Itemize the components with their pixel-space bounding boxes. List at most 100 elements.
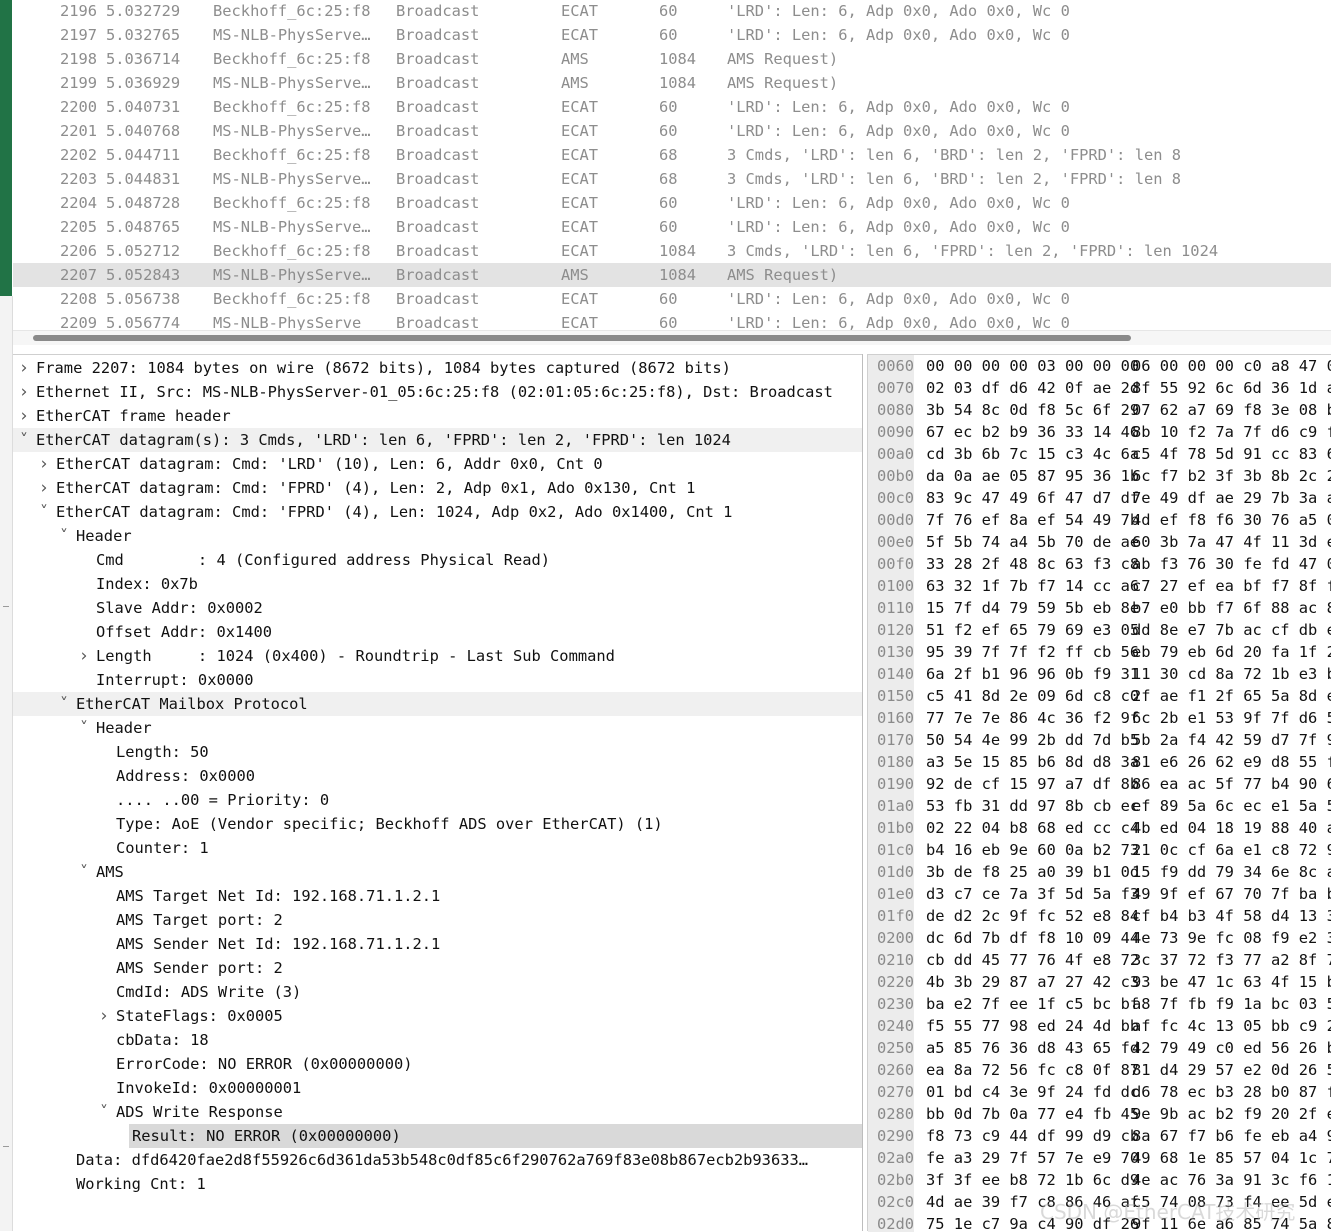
hex-row[interactable]: 0210 cb dd 45 77 76 4f e8 72 3c 37 72 f3 7… [868,949,1331,971]
tree-item[interactable]: CmdId: ADS Write (3) [13,980,862,1004]
hex-row[interactable]: 0290 f8 73 c9 44 df 99 d9 cb 8a 67 f7 b6 f… [868,1125,1331,1147]
tree-item[interactable]: › EtherCAT datagram: Cmd: 'LRD' (10), Len… [13,452,862,476]
tree-item[interactable]: › Ethernet II, Src: MS-NLB-PhysServer-01_… [13,380,862,404]
hex-row[interactable]: 0100 63 32 1f 7b f7 14 cc a6 c7 27 ef ea b… [868,575,1331,597]
packet-row[interactable]: 2206 5.052712 Beckhoff_6c:25:f8 Broadcast EC… [13,239,1331,263]
hex-row[interactable]: 01c0 b4 16 eb 9e 60 0a b2 73 21 0c cf 6a e… [868,839,1331,861]
hex-row[interactable]: 0080 3b 54 8c 0d f8 5c 6f 29 07 62 a7 69 f… [868,399,1331,421]
collapse-chevron-icon[interactable]: ˅ [58,692,70,716]
tree-item[interactable]: Counter: 1 [13,836,862,860]
hex-row[interactable]: 0140 6a 2f b1 96 96 0b f9 31 11 30 cd 8a 7… [868,663,1331,685]
hex-row[interactable]: 0200 dc 6d 7b df f8 10 09 44 4e 73 9e fc 0… [868,927,1331,949]
tree-item[interactable]: Slave Addr: 0x0002 [13,596,862,620]
hex-row[interactable]: 0160 77 7e 7e 86 4c 36 f2 9f 6c 2b e1 53 9… [868,707,1331,729]
hex-row[interactable]: 0060 00 00 00 00 03 00 00 00 06 00 00 00 c… [868,355,1331,377]
tree-item[interactable]: AMS Target port: 2 [13,908,862,932]
packet-row[interactable]: 2201 5.040768 MS-NLB-PhysServe… Broadcast EC… [13,119,1331,143]
packet-row[interactable]: 2204 5.048728 Beckhoff_6c:25:f8 Broadcast EC… [13,191,1331,215]
hex-row[interactable]: 0180 a3 5e 15 85 b6 8d d8 3a 81 e6 26 62 e… [868,751,1331,773]
tree-item[interactable]: › EtherCAT datagram: Cmd: 'FPRD' (4), Len… [13,476,862,500]
collapse-chevron-icon[interactable]: ˅ [38,500,50,524]
packet-row[interactable]: 2209 5.056774 MS-NLB-PhysServe Broadcast ECA… [13,311,1331,330]
packet-row[interactable]: 2196 5.032729 Beckhoff_6c:25:f8 Broadcast EC… [13,0,1331,23]
tree-item[interactable]: Cmd : 4 (Configured address Physical Rea… [13,548,862,572]
packet-list[interactable]: 2196 5.032729 Beckhoff_6c:25:f8 Broadcast EC… [13,0,1331,330]
packet-row[interactable]: 2207 5.052843 MS-NLB-PhysServe… Broadcast AM… [13,263,1331,287]
hex-row[interactable]: 01d0 3b de f8 25 a0 39 b1 0d 15 f9 dd 79 3… [868,861,1331,883]
hex-row[interactable]: 01b0 02 22 04 b8 68 ed cc c4 4b ed 04 18 1… [868,817,1331,839]
packet-row[interactable]: 2203 5.044831 MS-NLB-PhysServe… Broadcast EC… [13,167,1331,191]
hex-row[interactable]: 02b0 3f 3f ee b8 72 1b 6c d9 4e ac 76 3a 9… [868,1169,1331,1191]
packet-details-tree[interactable]: › Frame 2207: 1084 bytes on wire (8672 bi… [13,354,862,1232]
hex-row[interactable]: 0090 67 ec b2 b9 36 33 14 46 8b 10 f2 7a 7… [868,421,1331,443]
expand-chevron-icon[interactable]: › [38,452,50,476]
tree-item[interactable]: Interrupt: 0x0000 [13,668,862,692]
expand-chevron-icon[interactable]: › [18,356,30,380]
collapse-chevron-icon[interactable]: ˅ [58,524,70,548]
hex-row[interactable]: 0260 ea 8a 72 56 fc c8 0f 87 81 d4 29 57 e… [868,1059,1331,1081]
expand-chevron-icon[interactable]: › [98,1004,110,1028]
hex-row[interactable]: 0150 c5 41 8d 2e 09 6d c8 c0 2f ae f1 2f 6… [868,685,1331,707]
hex-row[interactable]: 0120 51 f2 ef 65 79 69 e3 05 dd 8e e7 7b a… [868,619,1331,641]
hex-row[interactable]: 0190 92 de cf 15 97 a7 df 8b 86 ea ac 5f 7… [868,773,1331,795]
tree-item[interactable]: cbData: 18 [13,1028,862,1052]
hex-row[interactable]: 0250 a5 85 76 36 d8 43 65 fd 42 79 49 c0 e… [868,1037,1331,1059]
packet-row[interactable]: 2198 5.036714 Beckhoff_6c:25:f8 Broadcast AM… [13,47,1331,71]
hex-row[interactable]: 0280 bb 0d 7b 0a 77 e4 fb 45 9e 9b ac b2 f… [868,1103,1331,1125]
hex-row[interactable]: 0230 ba e2 7f ee 1f c5 bc bf a8 7f fb f9 1… [868,993,1331,1015]
hex-row[interactable]: 0170 50 54 4e 99 2b dd 7d b5 5b 2a f4 42 5… [868,729,1331,751]
tree-item[interactable]: ErrorCode: NO ERROR (0x00000000) [13,1052,862,1076]
hex-row[interactable]: 00f0 33 28 2f 48 8c 63 f3 c8 ab f3 76 30 f… [868,553,1331,575]
tree-item[interactable]: ˅ ADS Write Response [13,1100,862,1124]
packet-row[interactable]: 2200 5.040731 Beckhoff_6c:25:f8 Broadcast EC… [13,95,1331,119]
expand-chevron-icon[interactable]: › [18,404,30,428]
tree-item[interactable]: Index: 0x7b [13,572,862,596]
tree-item[interactable]: ˅ AMS [13,860,862,884]
hex-row[interactable]: 0240 f5 55 77 98 ed 24 4d bb af fc 4c 13 0… [868,1015,1331,1037]
hex-row[interactable]: 01f0 de d2 2c 9f fc 52 e8 84 cf b4 b3 4f 5… [868,905,1331,927]
hex-row[interactable]: 0110 15 7f d4 79 59 5b eb 8e b7 e0 bb f7 6… [868,597,1331,619]
tree-item[interactable]: Length: 50 [13,740,862,764]
packet-row[interactable]: 2202 5.044711 Beckhoff_6c:25:f8 Broadcast EC… [13,143,1331,167]
tree-item[interactable]: Offset Addr: 0x1400 [13,620,862,644]
collapse-chevron-icon[interactable]: ˅ [98,1100,110,1124]
expand-chevron-icon[interactable]: › [78,644,90,668]
packet-list-horizontal-scrollbar[interactable] [13,330,1331,345]
tree-item[interactable]: Type: AoE (Vendor specific; Beckhoff ADS… [13,812,862,836]
hex-row[interactable]: 0130 95 39 7f 7f f2 ff cb 56 eb 79 eb 6d 2… [868,641,1331,663]
tree-item[interactable]: Address: 0x0000 [13,764,862,788]
tree-item[interactable]: ˅ EtherCAT datagram(s): 3 Cmds, 'LRD': le… [13,428,862,452]
packet-row[interactable]: 2199 5.036929 MS-NLB-PhysServe… Broadcast AM… [13,71,1331,95]
hex-row[interactable]: 00e0 5f 5b 74 a4 5b 70 de ae 60 3b 7a 47 4… [868,531,1331,553]
tree-item[interactable]: ˅ Header [13,716,862,740]
tree-item[interactable]: › EtherCAT frame header [13,404,862,428]
hex-row[interactable]: 01a0 53 fb 31 dd 97 8b cb ec ef 89 5a 6c e… [868,795,1331,817]
tree-item[interactable]: Working Cnt: 1 [13,1172,862,1196]
tree-item[interactable]: › Frame 2207: 1084 bytes on wire (8672 bi… [13,356,862,380]
hex-row[interactable]: 00c0 83 9c 47 49 6f 47 d7 df 7e 49 df ae 2… [868,487,1331,509]
tree-item[interactable]: AMS Sender Net Id: 192.168.71.1.2.1 [13,932,862,956]
tree-item[interactable]: AMS Sender port: 2 [13,956,862,980]
hex-row[interactable]: 00a0 cd 3b 6b 7c 15 c3 4c 6a c5 4f 78 5d 9… [868,443,1331,465]
packet-row[interactable]: 2208 5.056738 Beckhoff_6c:25:f8 Broadcast EC… [13,287,1331,311]
collapse-chevron-icon[interactable]: ˅ [78,860,90,884]
tree-item[interactable]: InvokeId: 0x00000001 [13,1076,862,1100]
packet-row[interactable]: 2197 5.032765 MS-NLB-PhysServe… Broadcast EC… [13,23,1331,47]
packet-bytes-pane[interactable]: 0060 00 00 00 00 03 00 00 00 06 00 00 00 c… [868,354,1331,1232]
scrollbar-thumb[interactable] [33,335,1131,341]
hex-row[interactable]: 01e0 d3 c7 ce 7a 3f 5d 5a f3 49 9f ef 67 7… [868,883,1331,905]
collapse-chevron-icon[interactable]: ˅ [78,716,90,740]
tree-item[interactable]: AMS Target Net Id: 192.168.71.1.2.1 [13,884,862,908]
tree-item[interactable]: Data: dfd6420fae2d8f55926c6d361da53b548c… [13,1148,862,1172]
hex-row[interactable]: 00d0 7f 76 ef 8a ef 54 49 7b 4d ef f8 f6 3… [868,509,1331,531]
hex-row[interactable]: 0220 4b 3b 29 87 a7 27 42 c3 93 be 47 1c 6… [868,971,1331,993]
tree-item[interactable]: ˅ EtherCAT Mailbox Protocol [13,692,862,716]
pane-splitter[interactable] [862,354,863,1231]
hex-row[interactable]: 0070 02 03 df d6 42 0f ae 2d 8f 55 92 6c 6… [868,377,1331,399]
tree-item[interactable]: .... ..00 = Priority: 0 [13,788,862,812]
tree-item[interactable]: ˅ Header [13,524,862,548]
collapse-chevron-icon[interactable]: ˅ [18,428,30,452]
packet-row[interactable]: 2205 5.048765 MS-NLB-PhysServe… Broadcast EC… [13,215,1331,239]
hex-row[interactable]: 0270 01 bd c4 3e 9f 24 fd dc d6 78 ec b3 2… [868,1081,1331,1103]
hex-row[interactable]: 02a0 fe a3 29 7f 57 7e e9 70 49 68 1e 85 5… [868,1147,1331,1169]
